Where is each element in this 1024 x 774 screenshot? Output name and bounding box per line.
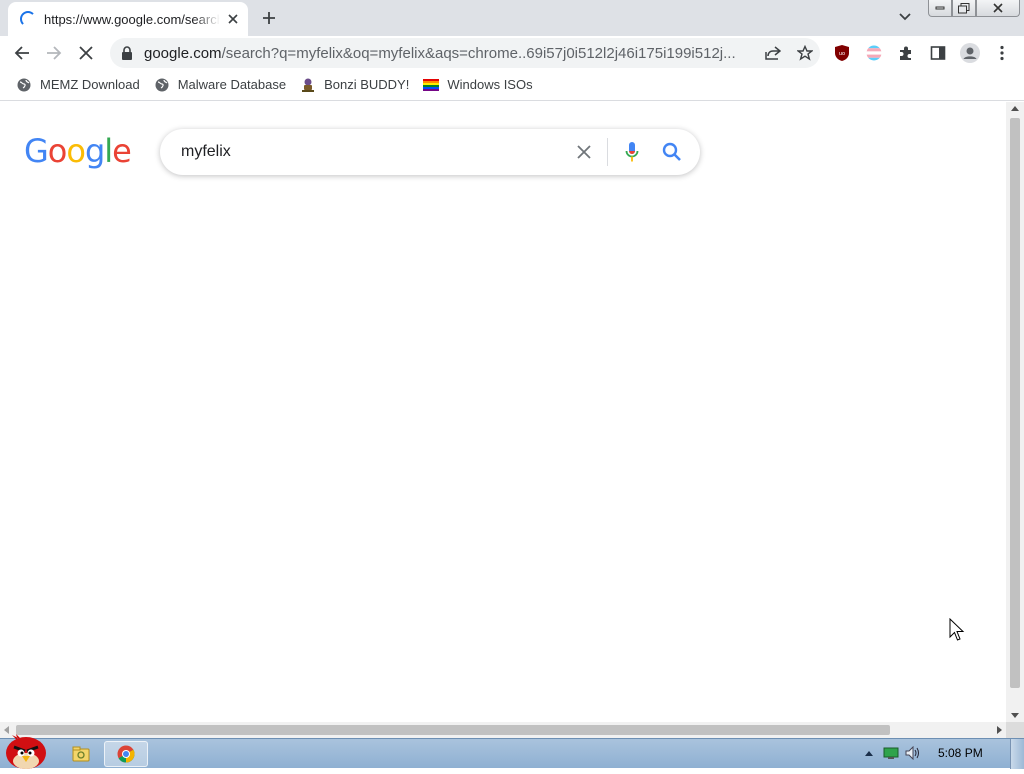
taskbar-chrome-icon[interactable] (104, 741, 148, 767)
new-tab-button[interactable] (257, 6, 281, 30)
mouse-cursor-icon (949, 617, 965, 647)
logo-letter: o (66, 132, 86, 170)
address-bar[interactable]: google.com/search?q=myfelix&oq=myfelix&a… (110, 38, 820, 68)
tab-strip: https://www.google.com/search?q=myfelix (0, 0, 1024, 36)
logo-letter: g (84, 132, 105, 170)
taskbar-explorer-icon[interactable] (66, 741, 96, 767)
network-icon[interactable] (882, 744, 900, 762)
search-input[interactable]: myfelix (181, 143, 569, 161)
bookmark-label: Windows ISOs (447, 77, 533, 92)
tab-google-search[interactable]: https://www.google.com/search?q=myfelix (8, 2, 248, 36)
scroll-down-icon[interactable] (1011, 713, 1019, 718)
start-button-angry-bird-icon[interactable] (2, 731, 50, 769)
logo-letter: e (112, 132, 132, 170)
stop-loading-button[interactable] (72, 39, 100, 67)
rainbow-flag-icon (423, 77, 440, 93)
loading-spinner-icon (20, 11, 36, 27)
microphone-icon[interactable] (616, 136, 648, 168)
browser-toolbar: google.com/search?q=myfelix&oq=myfelix&a… (0, 36, 1024, 69)
bookmark-malware-database[interactable]: Malware Database (150, 71, 292, 99)
menu-kebab-icon[interactable] (988, 39, 1016, 67)
google-logo[interactable]: Google (24, 132, 132, 170)
minimize-button[interactable] (928, 0, 952, 17)
bookmark-windows-isos[interactable]: Windows ISOs (419, 71, 538, 99)
logo-letter: l (104, 132, 113, 170)
bookmark-star-icon[interactable] (792, 40, 818, 66)
svg-text:uo: uo (839, 51, 845, 57)
bookmark-label: MEMZ Download (40, 77, 140, 92)
profile-avatar-icon[interactable] (956, 39, 984, 67)
tray-expand-icon[interactable] (860, 744, 878, 762)
side-panel-icon[interactable] (924, 39, 952, 67)
bonzi-icon (300, 77, 316, 93)
page-content: Google myfelix (0, 102, 1006, 722)
search-icon[interactable] (656, 136, 688, 168)
flag-extension-icon[interactable] (860, 39, 888, 67)
tab-title: https://www.google.com/search?q=myfelix (44, 11, 220, 27)
globe-icon (154, 77, 170, 93)
share-icon[interactable] (760, 40, 786, 66)
vertical-scrollbar[interactable] (1006, 102, 1024, 722)
bookmark-label: Malware Database (177, 77, 287, 92)
taskbar-clock[interactable]: 5:08 PM (938, 746, 983, 760)
vertical-scroll-thumb[interactable] (1010, 118, 1020, 688)
volume-icon[interactable] (905, 744, 923, 762)
forward-button[interactable] (40, 39, 68, 67)
logo-letter: G (24, 132, 49, 170)
scroll-right-icon[interactable] (997, 726, 1002, 734)
ublock-extension-icon[interactable]: uo (828, 39, 856, 67)
url-text[interactable]: google.com/search?q=myfelix&oq=myfelix&a… (144, 45, 754, 62)
clear-icon[interactable] (569, 137, 599, 167)
show-desktop-button[interactable] (1010, 739, 1024, 769)
tab-close-icon[interactable] (224, 10, 242, 28)
close-window-button[interactable] (976, 0, 1020, 17)
bookmark-bonzi-buddy[interactable]: Bonzi BUDDY! (296, 71, 415, 99)
bookmarks-bar: MEMZ Download Malware Database Bonzi BUD… (0, 69, 1024, 101)
lock-icon[interactable] (120, 45, 134, 61)
back-button[interactable] (8, 39, 36, 67)
search-divider (607, 138, 608, 166)
restore-button[interactable] (952, 0, 976, 17)
scrollbar-corner (1006, 722, 1024, 738)
search-box[interactable]: myfelix (160, 129, 700, 175)
logo-letter: o (47, 132, 68, 170)
bookmark-label: Bonzi BUDDY! (324, 77, 410, 92)
horizontal-scroll-thumb[interactable] (16, 725, 890, 735)
tab-search-chevron-icon[interactable] (894, 6, 916, 28)
extensions-puzzle-icon[interactable] (892, 39, 920, 67)
horizontal-scrollbar[interactable] (0, 722, 1006, 738)
globe-icon (16, 77, 32, 93)
scroll-up-icon[interactable] (1011, 106, 1019, 111)
bookmark-memz-download[interactable]: MEMZ Download (12, 71, 146, 99)
taskbar: 5:08 PM (0, 734, 1024, 769)
